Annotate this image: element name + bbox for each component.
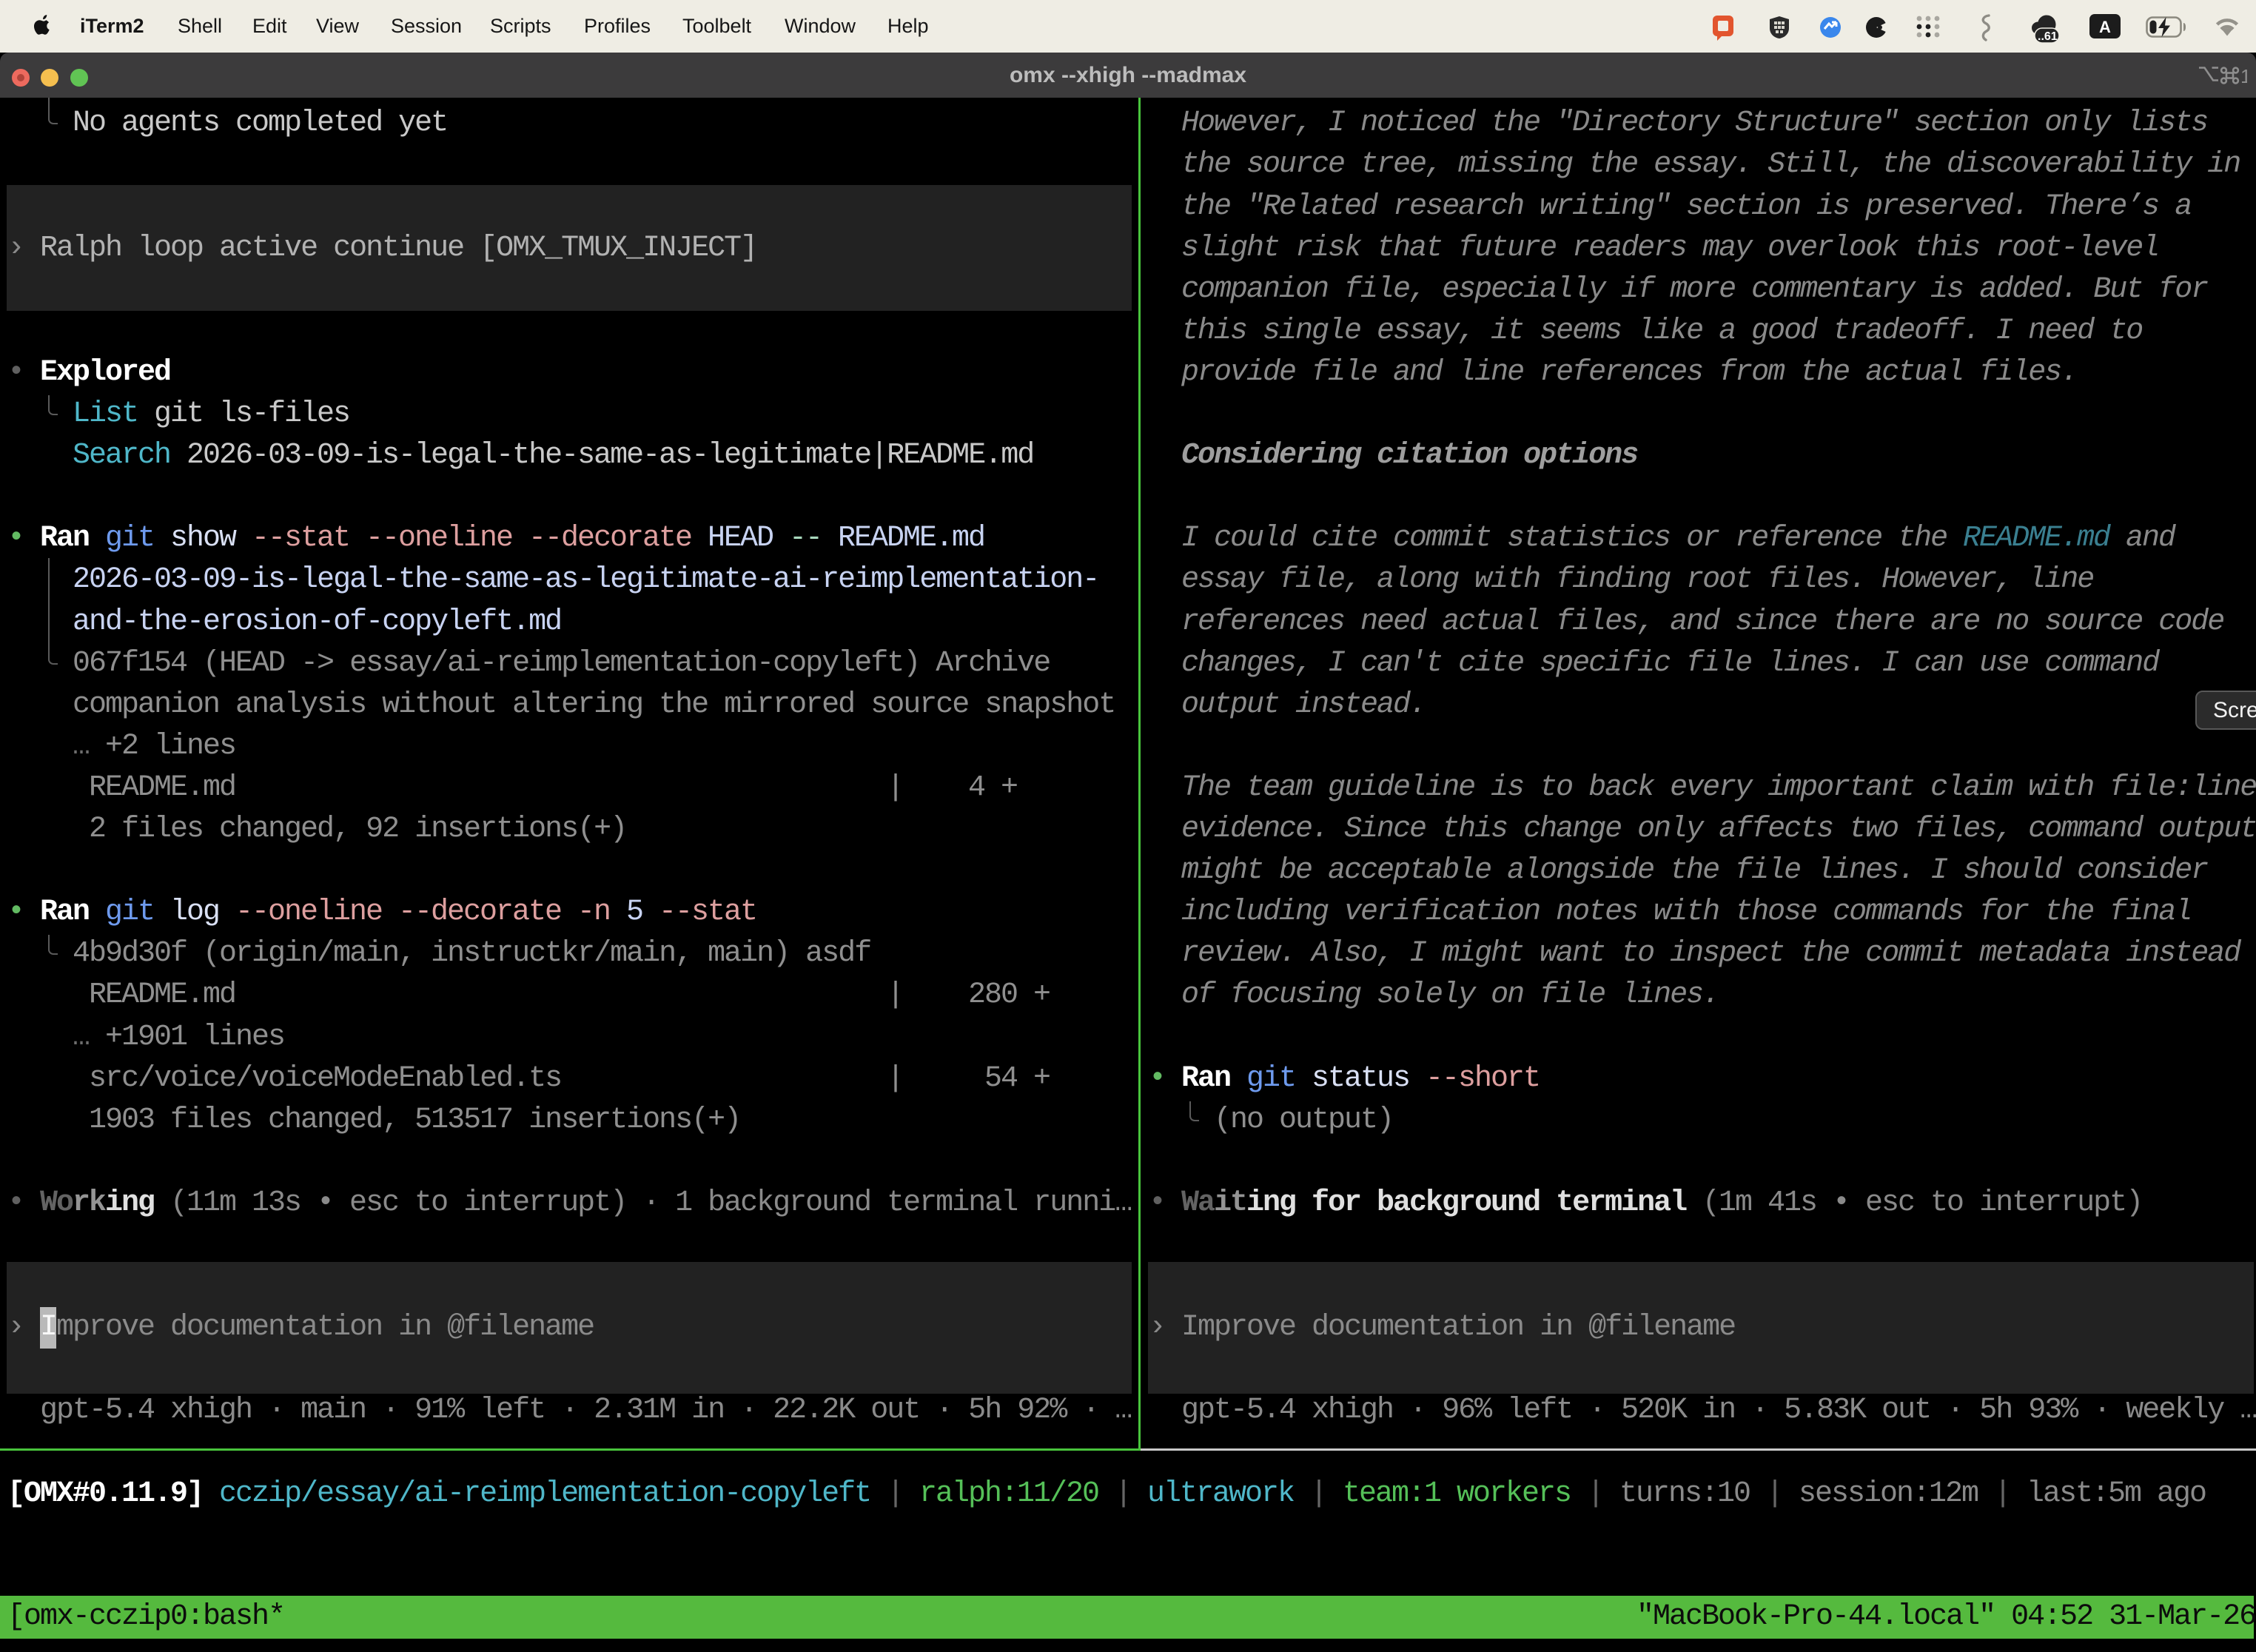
svg-text:1: 1 [2240, 65, 2247, 86]
svg-text:A: A [2099, 18, 2111, 36]
svg-text:..61: ..61 [2038, 30, 2058, 43]
